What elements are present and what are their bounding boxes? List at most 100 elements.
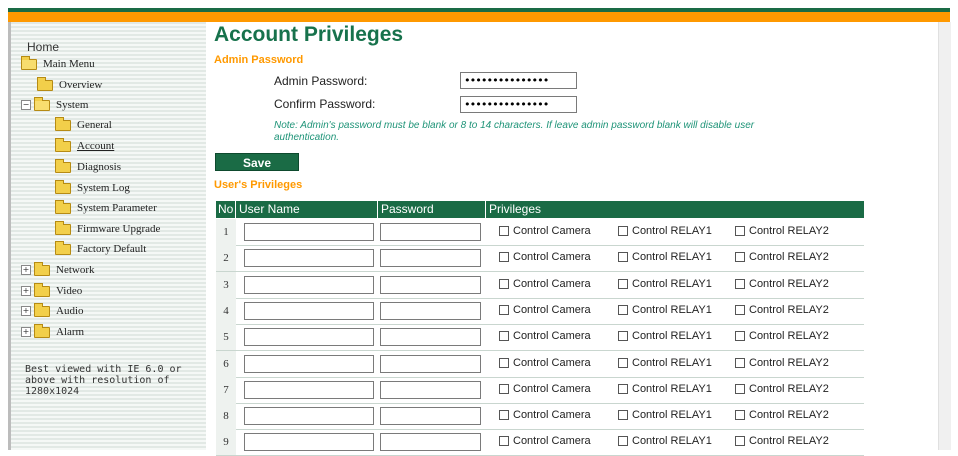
privilege-option[interactable]: Control RELAY2: [735, 304, 829, 316]
privilege-checkbox[interactable]: [499, 226, 509, 236]
privilege-option[interactable]: Control RELAY1: [618, 278, 712, 290]
privilege-checkbox[interactable]: [499, 410, 509, 421]
password-input[interactable]: [380, 328, 481, 347]
admin-password-input[interactable]: [460, 72, 577, 89]
privilege-checkbox[interactable]: [499, 357, 509, 368]
privilege-option[interactable]: Control RELAY2: [735, 383, 829, 395]
password-input[interactable]: [380, 249, 481, 268]
privilege-option[interactable]: Control RELAY2: [735, 225, 829, 237]
user-name-input[interactable]: [244, 407, 374, 426]
user-name-input[interactable]: [244, 301, 374, 320]
privilege-option[interactable]: Control RELAY2: [735, 409, 829, 421]
privilege-checkbox[interactable]: [618, 252, 628, 263]
privilege-option[interactable]: Control RELAY1: [618, 225, 712, 237]
user-name-input[interactable]: [244, 354, 374, 373]
sidebar-item-audio[interactable]: + Audio: [21, 302, 84, 319]
sidebar-item-overview[interactable]: Overview: [37, 76, 102, 93]
password-input[interactable]: [380, 354, 481, 373]
privilege-option[interactable]: Control RELAY1: [618, 435, 712, 447]
privilege-option[interactable]: Control RELAY1: [618, 304, 712, 316]
privilege-checkbox[interactable]: [735, 331, 745, 342]
home-link[interactable]: Home: [27, 40, 59, 54]
user-name-input[interactable]: [244, 433, 374, 452]
sidebar-item-system-log[interactable]: System Log: [55, 179, 130, 196]
privilege-checkbox[interactable]: [618, 383, 628, 394]
password-input[interactable]: [380, 275, 481, 294]
privilege-option[interactable]: Control Camera: [499, 357, 591, 369]
privilege-checkbox[interactable]: [735, 383, 745, 394]
privilege-option[interactable]: Control Camera: [499, 251, 591, 263]
privilege-option[interactable]: Control Camera: [499, 225, 591, 237]
password-input[interactable]: [380, 407, 481, 426]
privilege-checkbox[interactable]: [618, 436, 628, 447]
expand-icon[interactable]: +: [21, 327, 31, 337]
privilege-checkbox[interactable]: [618, 304, 628, 315]
sidebar-item-factory-default[interactable]: Factory Default: [55, 240, 146, 257]
privilege-option[interactable]: Control Camera: [499, 278, 591, 290]
password-input[interactable]: [380, 380, 481, 399]
user-name-input[interactable]: [244, 380, 374, 399]
privilege-checkbox[interactable]: [735, 436, 745, 447]
privilege-checkbox[interactable]: [735, 304, 745, 315]
privilege-checkbox[interactable]: [735, 410, 745, 421]
password-input[interactable]: [380, 223, 481, 241]
privilege-option[interactable]: Control RELAY1: [618, 357, 712, 369]
user-name-input[interactable]: [244, 249, 374, 268]
privilege-checkbox[interactable]: [499, 304, 509, 315]
privilege-option[interactable]: Control RELAY2: [735, 357, 829, 369]
password-input[interactable]: [380, 301, 481, 320]
privilege-option[interactable]: Control Camera: [499, 383, 591, 395]
collapse-icon[interactable]: −: [21, 100, 31, 110]
expand-icon[interactable]: +: [21, 286, 31, 296]
privilege-option[interactable]: Control RELAY1: [618, 383, 712, 395]
user-name-input[interactable]: [244, 275, 374, 294]
privilege-checkbox[interactable]: [499, 383, 509, 394]
folder-open-icon: [21, 55, 37, 70]
privilege-checkbox[interactable]: [618, 278, 628, 289]
privilege-checkbox[interactable]: [618, 357, 628, 368]
folder-icon: [34, 261, 50, 276]
privilege-option[interactable]: Control RELAY1: [618, 251, 712, 263]
sidebar-item-firmware-upgrade[interactable]: Firmware Upgrade: [55, 220, 160, 237]
privilege-option[interactable]: Control RELAY2: [735, 435, 829, 447]
privilege-checkbox[interactable]: [499, 252, 509, 263]
privilege-option[interactable]: Control RELAY2: [735, 251, 829, 263]
privilege-option[interactable]: Control RELAY2: [735, 330, 829, 342]
privilege-checkbox[interactable]: [618, 226, 628, 236]
privilege-checkbox[interactable]: [499, 278, 509, 289]
sidebar-item-video[interactable]: + Video: [21, 282, 82, 299]
privilege-option[interactable]: Control RELAY1: [618, 330, 712, 342]
privilege-label: Control RELAY2: [749, 330, 829, 343]
sidebar-item-alarm[interactable]: + Alarm: [21, 323, 84, 340]
privilege-checkbox[interactable]: [618, 331, 628, 342]
vertical-scrollbar[interactable]: [938, 22, 951, 450]
sidebar-item-general[interactable]: General: [55, 116, 112, 133]
user-name-input[interactable]: [244, 223, 374, 241]
save-button[interactable]: Save: [215, 153, 299, 171]
privilege-option[interactable]: Control Camera: [499, 409, 591, 421]
privilege-checkbox[interactable]: [499, 331, 509, 342]
sidebar-item-system-parameter[interactable]: System Parameter: [55, 199, 157, 216]
confirm-password-input[interactable]: [460, 96, 577, 113]
expand-icon[interactable]: +: [21, 306, 31, 316]
privilege-checkbox[interactable]: [618, 410, 628, 421]
privilege-checkbox[interactable]: [499, 436, 509, 447]
privilege-checkbox[interactable]: [735, 226, 745, 236]
privilege-checkbox[interactable]: [735, 278, 745, 289]
privilege-option[interactable]: Control Camera: [499, 304, 591, 316]
privilege-option[interactable]: Control Camera: [499, 435, 591, 447]
sidebar-item-network[interactable]: + Network: [21, 261, 95, 278]
sidebar-item-diagnosis[interactable]: Diagnosis: [55, 158, 121, 175]
privilege-checkbox[interactable]: [735, 357, 745, 368]
expand-icon[interactable]: +: [21, 265, 31, 275]
privilege-label: Control Camera: [513, 251, 591, 264]
sidebar-item-system[interactable]: − System: [21, 96, 88, 113]
sidebar-item-main-menu[interactable]: Main Menu: [21, 55, 95, 72]
password-input[interactable]: [380, 433, 481, 452]
privilege-option[interactable]: Control Camera: [499, 330, 591, 342]
privilege-option[interactable]: Control RELAY2: [735, 278, 829, 290]
user-name-input[interactable]: [244, 328, 374, 347]
privilege-checkbox[interactable]: [735, 252, 745, 263]
sidebar-item-account[interactable]: Account: [55, 137, 114, 154]
privilege-option[interactable]: Control RELAY1: [618, 409, 712, 421]
